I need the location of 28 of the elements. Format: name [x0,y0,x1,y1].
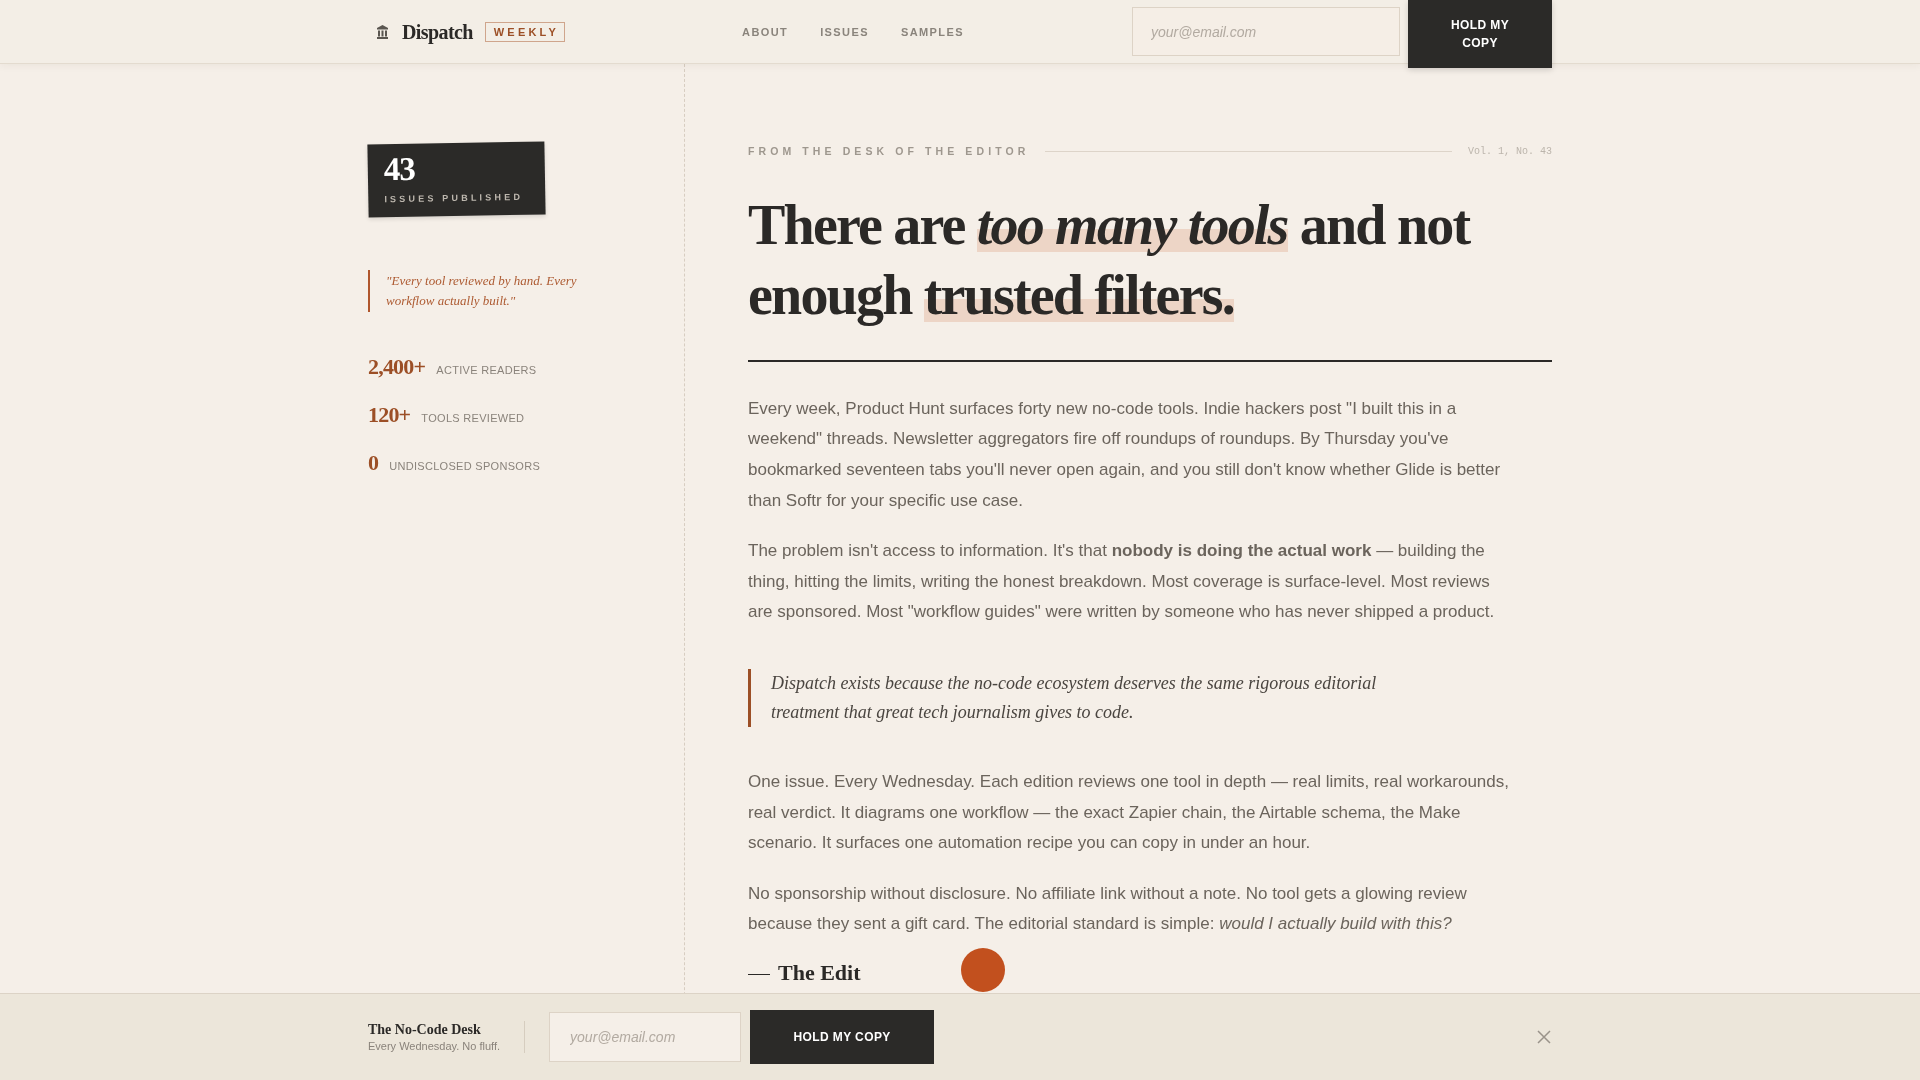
stat-value: 0 [368,449,379,477]
headline: There are too many tools and not enough trusted filters. [748,189,1552,362]
close-icon[interactable] [1537,1030,1551,1044]
body-paragraph: Every week, Product Hunt surfaces forty new no-code tools. Indie hackers post "I built this in a weekend" threads. Newsletter aggregators fire off roundups of roundups. By Thursday you've bookmarked seventeen tabs you'll never open again, and you still don't know whether Glide is better than Softr for your specific use case. [748,397,1502,512]
issue-count: 43 [383,150,417,187]
email-field[interactable]: your@email.com [1132,7,1400,56]
stat-label: ACTIVE READERS [436,363,537,378]
body-paragraph: One issue. Every Wednesday. Each edition reviews one tool in depth — real limits, real workarounds, real verdict. It diagrams one workflow — the exact Zapier chain, the Airtable schema, the Make scenario. It surfaces one automation recipe you can copy in under an hour. [748,770,1510,855]
email-field[interactable]: your@email.com [549,1012,742,1062]
body-paragraph: No sponsorship without disclosure. No affiliate link without a note. No tool gets a glowing review because they sent a gift card. The editorial standard is simple: would I actually build with this? [748,882,1468,936]
bar-title: The No-Code Desk [368,1021,482,1039]
weekly-tag: WEEKLY [484,21,566,43]
stat-value: 2,400+ [368,353,426,381]
subscribe-button[interactable]: HOLD MY COPY [750,1010,935,1064]
section-label: FROM THE DESK OF THE EDITOR [748,144,1030,159]
signature-name: The Edit [778,959,861,986]
stat-label: TOOLS REVIEWED [421,411,525,426]
stat-value: 120+ [368,401,411,429]
brand-name[interactable]: Dispatch [402,17,473,47]
bar-subtitle: Every Wednesday. No fluff. [368,1039,501,1053]
subscribe-button[interactable]: HOLD MY COPY [1408,0,1552,68]
avatar-circle [960,947,1005,992]
sidebar-quote: "Every tool reviewed by hand. Every workflow actually built." [368,270,596,312]
issue-count-label: ISSUES PUBLISHED [384,190,525,207]
stat-label: UNDISCLOSED SPONSORS [389,459,541,474]
pull-quote: Dispatch exists because the no-code ecosystem deserves the same rigorous editorial treatment that great tech journalism gives to code. [748,668,1448,727]
building-icon [377,25,388,39]
body-paragraph: The problem isn't access to information. It's that nobody is doing the actual work — building the thing, hitting the limits, writing the honest breakdown. Most coverage is surface-level. Most reviews are sponsored. Most "workflow guides" were written by someone who has never shipped a product. [748,540,1496,624]
